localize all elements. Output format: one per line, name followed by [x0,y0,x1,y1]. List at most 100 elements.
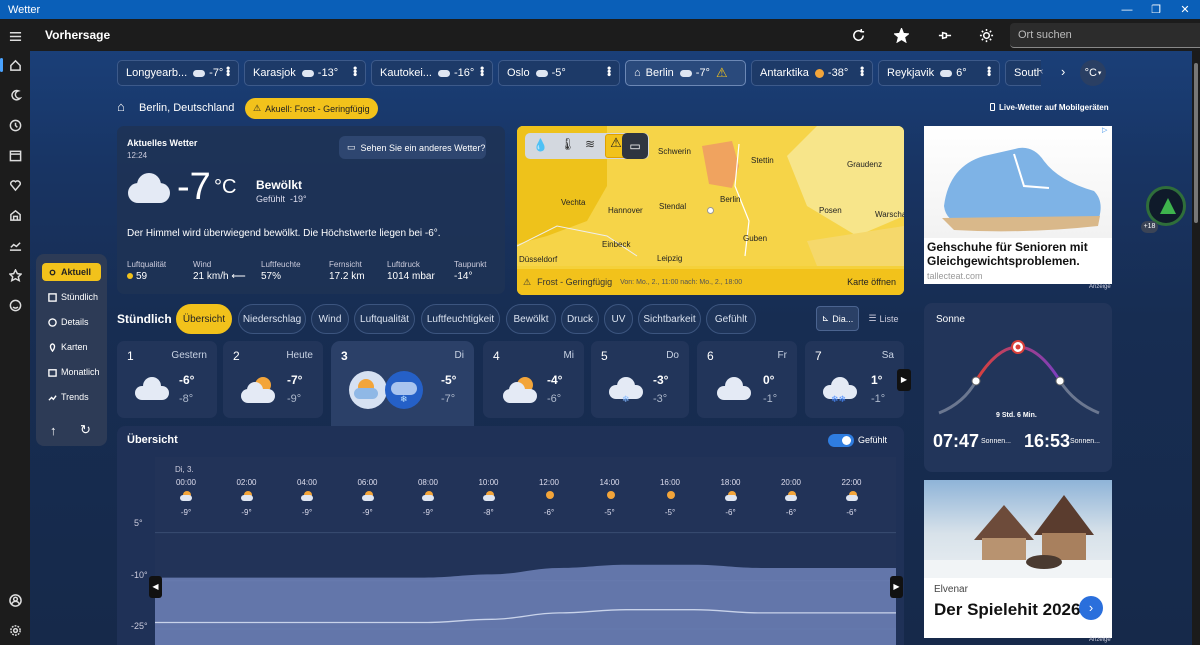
menu-icon[interactable] [0,21,30,51]
account-icon[interactable] [0,585,30,615]
home-icon[interactable] [0,50,30,80]
tab-sichtbarkeit[interactable]: Sichtbarkeit [638,304,701,334]
next-days-button[interactable]: ▶ [897,369,911,391]
location-tab[interactable]: Oslo -5° ••• [498,60,620,86]
ad-info-icon[interactable]: ▷ [1102,126,1110,134]
location-tab[interactable]: Karasjok -13° ••• [244,60,366,86]
alert-badge[interactable]: ⚠ Akuell: Frost - Geringfügig [245,98,378,119]
nav-karten[interactable]: Karten [42,338,101,356]
night-period-icon[interactable]: ❄ [385,371,423,409]
location-tab[interactable]: Longyearb... -7° ••• [117,60,239,86]
ad-headline[interactable]: Gehschuhe für Senioren mit Gleichgewicht… [927,240,1107,268]
more-icon[interactable]: ••• [475,66,489,76]
tab-gefuehlt[interactable]: Gefühlt [706,304,756,334]
tab-niederschlag[interactable]: Niederschlag [238,304,306,334]
comment-icon[interactable]: ▭ [622,133,648,159]
day-low: -3° [653,393,668,405]
location-tab-active[interactable]: ⌂ Berlin -7° ⚠ [625,60,746,86]
scrollbar-thumb[interactable] [1194,63,1198,223]
smiley-icon[interactable] [0,290,30,320]
history-icon[interactable] [0,110,30,140]
day-low: -8° [179,393,194,405]
location-tab[interactable]: South [1005,60,1041,86]
unit-toggle-button[interactable]: °C ▾ [1080,60,1106,86]
day-high: -4° [547,373,563,387]
location-temp: -5° [551,67,566,79]
location-tab[interactable]: Antarktika -38° ••• [751,60,873,86]
maximize-button[interactable]: ❐ [1141,0,1171,19]
more-icon[interactable]: ••• [348,66,362,76]
ad-banner[interactable]: Elvenar Der Spielehit 2026! › [924,480,1112,638]
more-icon[interactable]: ••• [221,66,235,76]
house-icon[interactable] [0,200,30,230]
tab-bewoelkt[interactable]: Bewölkt [506,304,556,334]
detail-value: -14° [454,271,473,282]
refresh-icon[interactable] [848,25,868,45]
weather-map[interactable]: 💧 🌡 ≋ ⚠ ▭ Schwerin Stettin Graudenz Vech… [517,126,904,295]
nav-monatlich[interactable]: Monatlich [42,363,101,381]
day-card[interactable]: 2 Heute -7° -9° [223,341,323,418]
graph-icon[interactable] [0,230,30,260]
ad-arrow-button[interactable]: › [1079,596,1103,620]
nav-trends[interactable]: Trends [42,388,101,406]
nav-stuendlich[interactable]: Stündlich [42,288,101,306]
ad-banner[interactable]: ▷ Gehschuhe für Senioren mit Gleichgewic… [924,126,1112,284]
calendar-icon[interactable] [0,140,30,170]
location-tab[interactable]: Kautokei... -16° ••• [371,60,493,86]
close-button[interactable]: ✕ [1170,0,1200,19]
pin-icon[interactable] [934,25,954,45]
tab-wind[interactable]: Wind [311,304,349,334]
sunset-label: Sonnen... [1070,438,1100,445]
tab-uv[interactable]: UV [604,304,633,334]
search-input[interactable]: Ort suchen [1010,23,1200,48]
chat-icon: ▭ [347,142,356,152]
cloud-icon [940,69,953,77]
view-list-button[interactable]: ☰ Liste [863,306,904,331]
more-icon[interactable]: ••• [982,66,996,76]
brightness-icon[interactable] [976,25,996,45]
drop-icon[interactable]: 💧 [533,138,548,152]
nav-details[interactable]: Details [42,313,101,331]
chart-next-button[interactable]: ▶ [890,576,903,598]
star-icon[interactable] [0,260,30,290]
view-diagram-button[interactable]: ⊾ Dia... [816,306,859,331]
other-weather-button[interactable]: ▭ Sehen Sie ein anderes Wetter? [339,136,486,159]
wind-icon[interactable]: ≋ [585,137,595,151]
nav-aktuell[interactable]: Aktuell [42,263,101,281]
chevron-left-icon[interactable]: ‹ [1040,66,1043,77]
location-marker-icon [707,207,714,214]
heart-icon[interactable] [0,170,30,200]
chevron-right-icon[interactable]: › [1061,64,1065,79]
thermometer-icon[interactable]: 🌡 [560,137,575,151]
day-card[interactable]: 4 Mi -4° -6° [483,341,584,418]
more-icon[interactable]: ••• [855,66,869,76]
tab-luftfeuchtigkeit[interactable]: Luftfeuchtigkeit [421,304,500,334]
chart-prev-button[interactable]: ◀ [149,576,162,598]
day-card[interactable]: 1 Gestern -6° -8° [117,341,217,418]
nav-label: Karten [61,342,88,352]
more-icon[interactable]: ••• [602,66,616,76]
scrollbar[interactable] [1192,51,1200,645]
assistant-icon[interactable] [1146,186,1186,226]
location-tab[interactable]: Reykjavik 6° ••• [878,60,1000,86]
day-period-icon[interactable] [349,371,387,409]
tab-uebersicht[interactable]: Übersicht [176,304,232,334]
cloud-icon [437,69,450,77]
arrow-up-icon[interactable]: ↑ [50,423,57,438]
feels-toggle[interactable] [828,434,854,447]
day-card-selected[interactable]: 3 Di ❄ -5° -7° [331,341,474,427]
day-low: -1° [763,393,778,405]
refresh-icon[interactable]: ↻ [80,422,91,438]
moon-icon[interactable] [0,80,30,110]
day-card[interactable]: 7 Sa ❄❄ 1° -1° [805,341,904,418]
favorite-star-icon[interactable] [891,25,911,45]
settings-icon[interactable] [0,615,30,645]
tab-luftqualitaet[interactable]: Luftqualität [354,304,415,334]
day-card[interactable]: 6 Fr 0° -1° [697,341,797,418]
day-card[interactable]: 5 Do ❄ -3° -3° [591,341,689,418]
tab-druck[interactable]: Druck [561,304,599,334]
open-map-link[interactable]: Karte öffnen [847,277,896,287]
minimize-button[interactable]: — [1112,0,1142,19]
ad-headline[interactable]: Der Spielehit 2026! [934,600,1086,620]
mobile-link[interactable]: Live-Wetter auf Mobilgeräten [990,103,1109,112]
